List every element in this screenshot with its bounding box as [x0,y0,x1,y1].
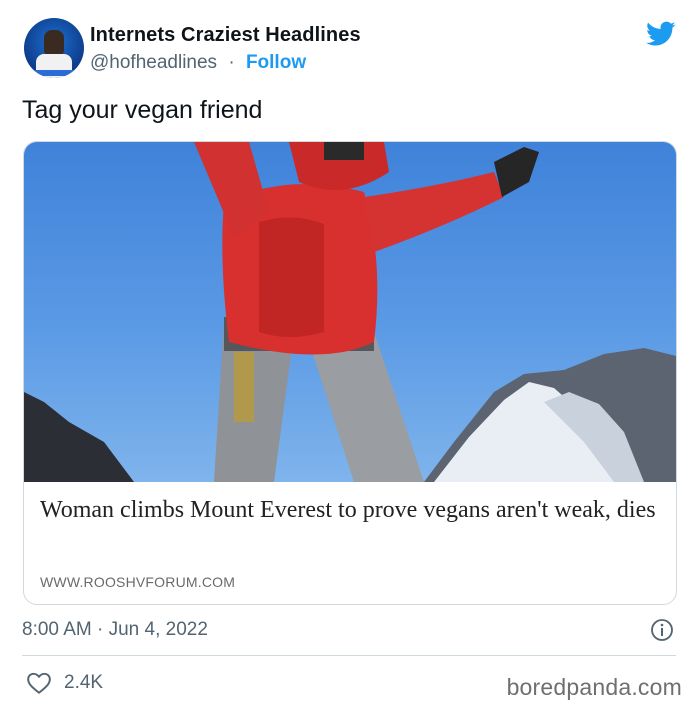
link-card[interactable]: Woman climbs Mount Everest to prove vega… [23,141,677,605]
follow-button[interactable]: Follow [246,52,306,73]
card-headline[interactable]: Woman climbs Mount Everest to prove vega… [40,494,660,526]
like-count: 2.4K [64,672,104,693]
divider [22,655,676,656]
handle-separator: · [228,52,235,73]
avatar[interactable] [24,18,84,78]
tweet-header: Internets Craziest Headlines @hofheadlin… [24,18,676,80]
tweet-timestamp[interactable]: 8:00 AM · Jun 4, 2022 [22,619,208,641]
author-handle-row: @hofheadlines · Follow [90,52,306,74]
card-photo [24,142,676,482]
card-source: WWW.ROOSHVFORUM.COM [40,574,236,590]
author-handle[interactable]: @hofheadlines [90,52,217,73]
watermark: boredpanda.com [506,674,682,700]
info-icon[interactable] [650,618,674,642]
twitter-bird-icon[interactable] [646,21,676,47]
author-name[interactable]: Internets Craziest Headlines [90,24,361,47]
tweet-embed: Internets Craziest Headlines @hofheadlin… [0,0,700,708]
heart-icon[interactable] [26,671,52,695]
tweet-text: Tag your vegan friend [22,96,263,124]
like-action[interactable]: 2.4K [26,671,103,695]
